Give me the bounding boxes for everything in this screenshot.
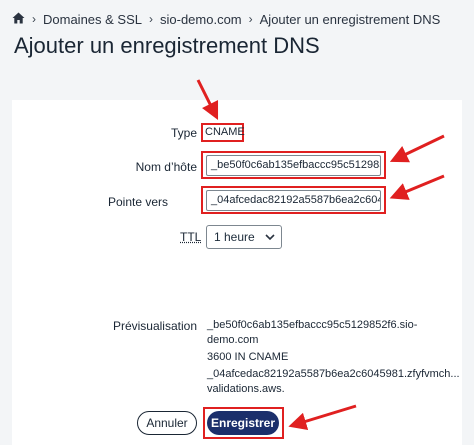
page-title: Ajouter un enregistrement DNS bbox=[14, 33, 320, 58]
preview-block: _be50f0c6ab135efbaccc95c5129852f6.sio- d… bbox=[207, 318, 460, 397]
home-icon[interactable] bbox=[12, 12, 25, 27]
breadcrumb-separator: › bbox=[149, 12, 153, 26]
breadcrumb-separator: › bbox=[248, 12, 253, 26]
breadcrumb-domain[interactable]: sio-demo.com bbox=[160, 12, 242, 27]
ttl-select[interactable]: 1 heure bbox=[206, 225, 282, 249]
ttl-label: TTL bbox=[180, 230, 202, 244]
breadcrumb-separator: › bbox=[32, 12, 36, 26]
chevron-down-icon bbox=[265, 226, 275, 257]
preview-label: Prévisualisation bbox=[112, 319, 197, 333]
hostname-label: Nom d’hôte bbox=[135, 160, 197, 174]
breadcrumb-domains-ssl[interactable]: Domaines & SSL bbox=[43, 12, 142, 27]
cancel-button[interactable]: Annuler bbox=[137, 411, 197, 435]
preview-line: _04afcedac82192a5587b6ea2c6045981.zfyfvm… bbox=[207, 368, 460, 380]
preview-line: validations.aws. bbox=[207, 383, 285, 395]
breadcrumb-current: Ajouter un enregistrement DNS bbox=[259, 11, 441, 27]
preview-line: _be50f0c6ab135efbaccc95c5129852f6.sio- bbox=[207, 319, 418, 331]
target-input[interactable]: _04afcedac82192a5587b6ea2c6045981 bbox=[206, 190, 381, 211]
hostname-input[interactable]: _be50f0c6ab135efbaccc95c5129852f6 bbox=[206, 155, 381, 176]
type-value: CNAME bbox=[201, 123, 245, 142]
breadcrumb: › Domaines & SSL › sio-demo.com › Ajoute… bbox=[12, 10, 440, 28]
ttl-value: 1 heure bbox=[214, 230, 255, 244]
target-label: Pointe vers bbox=[107, 195, 168, 209]
type-label: Type bbox=[170, 126, 197, 140]
save-button[interactable]: Enregistrer bbox=[207, 411, 279, 435]
preview-line: 3600 IN CNAME bbox=[207, 351, 289, 363]
preview-line: demo.com bbox=[207, 334, 259, 346]
